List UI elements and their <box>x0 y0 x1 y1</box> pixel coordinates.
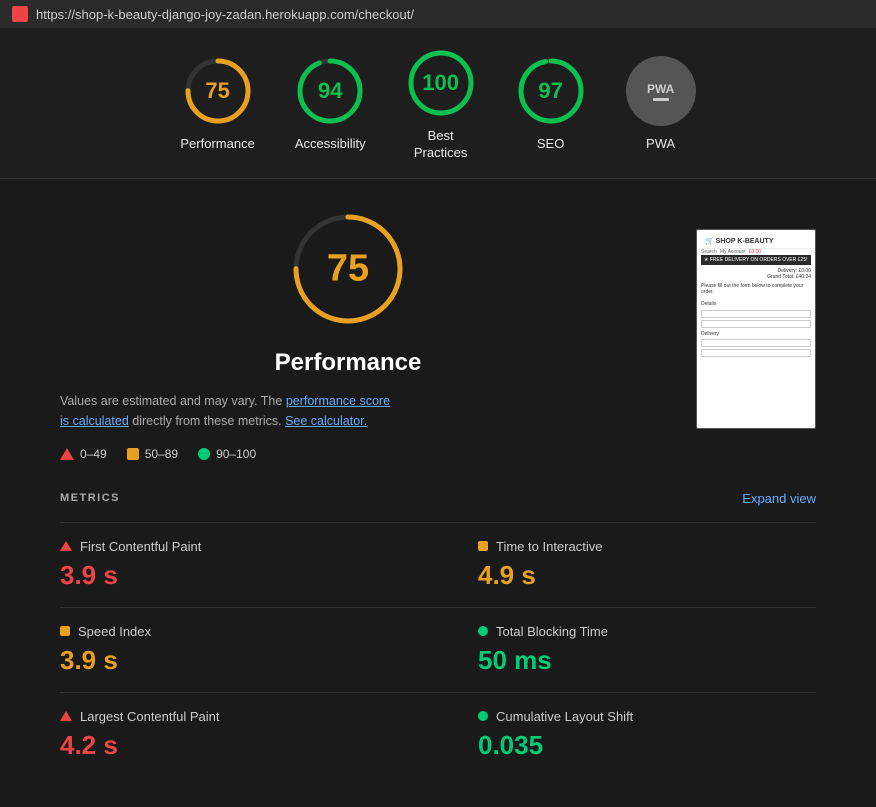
metrics-title: METRICS <box>60 492 120 504</box>
preview-frame: 🛒 SHOP K-BEAUTY Search My Account £0.00 … <box>696 229 816 429</box>
metric-cls-name: Cumulative Layout Shift <box>496 709 633 724</box>
score-label-performance: Performance <box>180 136 254 153</box>
metric-tti: Time to Interactive 4.9 s <box>438 522 816 607</box>
metric-si-name: Speed Index <box>78 624 151 639</box>
legend-low: 0–49 <box>60 447 107 461</box>
score-circle-performance: 75 <box>183 56 253 126</box>
metrics-section: METRICS Expand view First Contentful Pai… <box>0 491 876 807</box>
metric-si-value: 3.9 s <box>60 645 398 676</box>
preview-header: 🛒 SHOP K-BEAUTY <box>701 234 811 249</box>
metric-fcp-name: First Contentful Paint <box>80 539 201 554</box>
metric-lcp-name: Largest Contentful Paint <box>80 709 219 724</box>
score-label-accessibility: Accessibility <box>295 136 366 153</box>
legend-high-label: 90–100 <box>216 447 256 461</box>
score-value-best-practices: 100 <box>422 70 459 96</box>
performance-left: 75 Performance Values are estimated and … <box>60 209 636 461</box>
metric-lcp-value: 4.2 s <box>60 730 398 761</box>
metric-cls: Cumulative Layout Shift 0.035 <box>438 692 816 777</box>
preview-field-address <box>701 349 811 357</box>
legend-high: 90–100 <box>198 447 256 461</box>
metric-lcp-header: Largest Contentful Paint <box>60 709 398 724</box>
preview-field-name <box>701 310 811 318</box>
metric-cls-value: 0.035 <box>478 730 816 761</box>
score-label-pwa: PWA <box>646 136 675 153</box>
preview-delivery-label: Delivery <box>701 331 811 337</box>
big-score-circle: 75 <box>288 209 408 329</box>
score-value-seo: 97 <box>538 78 562 104</box>
metric-tbt-value: 50 ms <box>478 645 816 676</box>
metric-lcp: Largest Contentful Paint 4.2 s <box>60 692 438 777</box>
url-bar: https://shop-k-beauty-django-joy-zadan.h… <box>36 7 414 22</box>
legend-mid-label: 50–89 <box>145 447 178 461</box>
metric-cls-header: Cumulative Layout Shift <box>478 709 816 724</box>
pwa-dash <box>653 98 669 101</box>
legend-low-label: 0–49 <box>80 447 107 461</box>
metrics-grid: First Contentful Paint 3.9 s Time to Int… <box>60 522 816 777</box>
score-label-seo: SEO <box>537 136 564 153</box>
metric-tti-icon <box>478 541 488 551</box>
metric-fcp-value: 3.9 s <box>60 560 398 591</box>
big-score-value: 75 <box>327 247 369 290</box>
score-label-best-practices: BestPractices <box>414 128 467 162</box>
metric-tbt-header: Total Blocking Time <box>478 624 816 639</box>
metric-cls-icon <box>478 711 488 721</box>
legend-orange-icon <box>127 448 139 460</box>
metric-tti-value: 4.9 s <box>478 560 816 591</box>
preview-delivery-info: Delivery: £0.00Grand Total: £40.24 <box>701 268 811 280</box>
metric-fcp-header: First Contentful Paint <box>60 539 398 554</box>
calculator-link[interactable]: See calculator. <box>285 414 367 428</box>
score-item-performance[interactable]: 75 Performance <box>180 56 254 153</box>
metric-lcp-icon <box>60 711 72 721</box>
metric-fcp: First Contentful Paint 3.9 s <box>60 522 438 607</box>
preview-form-text: Please fill out the form below to comple… <box>701 283 811 307</box>
score-value-accessibility: 94 <box>318 78 342 104</box>
score-item-pwa[interactable]: PWA PWA <box>626 56 696 153</box>
metric-tti-header: Time to Interactive <box>478 539 816 554</box>
metric-fcp-icon <box>60 541 72 551</box>
legend-mid: 50–89 <box>127 447 178 461</box>
metric-tti-name: Time to Interactive <box>496 539 602 554</box>
performance-title: Performance <box>60 349 636 377</box>
metric-tbt: Total Blocking Time 50 ms <box>438 607 816 692</box>
legend-red-icon <box>60 448 74 460</box>
score-item-best-practices[interactable]: 100 BestPractices <box>406 48 476 162</box>
score-item-accessibility[interactable]: 94 Accessibility <box>295 56 366 153</box>
metric-si-icon <box>60 626 70 636</box>
preview-logo: 🛒 SHOP K-BEAUTY <box>705 237 773 245</box>
score-circle-accessibility: 94 <box>295 56 365 126</box>
metric-si: Speed Index 3.9 s <box>60 607 438 692</box>
metrics-header: METRICS Expand view <box>60 491 816 506</box>
preview-banner: ★ FREE DELIVERY ON ORDERS OVER £25! <box>701 255 811 265</box>
preview-field-phone <box>701 339 811 347</box>
score-value-performance: 75 <box>205 78 229 104</box>
pwa-label: PWA <box>647 82 674 96</box>
score-legend: 0–49 50–89 90–100 <box>60 447 256 461</box>
metric-si-header: Speed Index <box>60 624 398 639</box>
main-content: 75 Performance Values are estimated and … <box>0 179 876 491</box>
score-item-seo[interactable]: 97 SEO <box>516 56 586 153</box>
performance-description: Values are estimated and may vary. The p… <box>60 391 390 431</box>
score-circle-seo: 97 <box>516 56 586 126</box>
expand-view-button[interactable]: Expand view <box>742 491 816 506</box>
title-bar: https://shop-k-beauty-django-joy-zadan.h… <box>0 0 876 28</box>
scores-section: 75 Performance 94 Accessibility 100 Best… <box>0 28 876 179</box>
pwa-circle: PWA <box>626 56 696 126</box>
metric-tbt-name: Total Blocking Time <box>496 624 608 639</box>
metric-tbt-icon <box>478 626 488 636</box>
preview-field-email <box>701 320 811 328</box>
browser-icon <box>12 6 28 22</box>
screenshot-preview: 🛒 SHOP K-BEAUTY Search My Account £0.00 … <box>696 229 816 429</box>
big-circle-container: 75 <box>60 209 636 329</box>
legend-green-icon <box>198 448 210 460</box>
score-circle-best-practices: 100 <box>406 48 476 118</box>
